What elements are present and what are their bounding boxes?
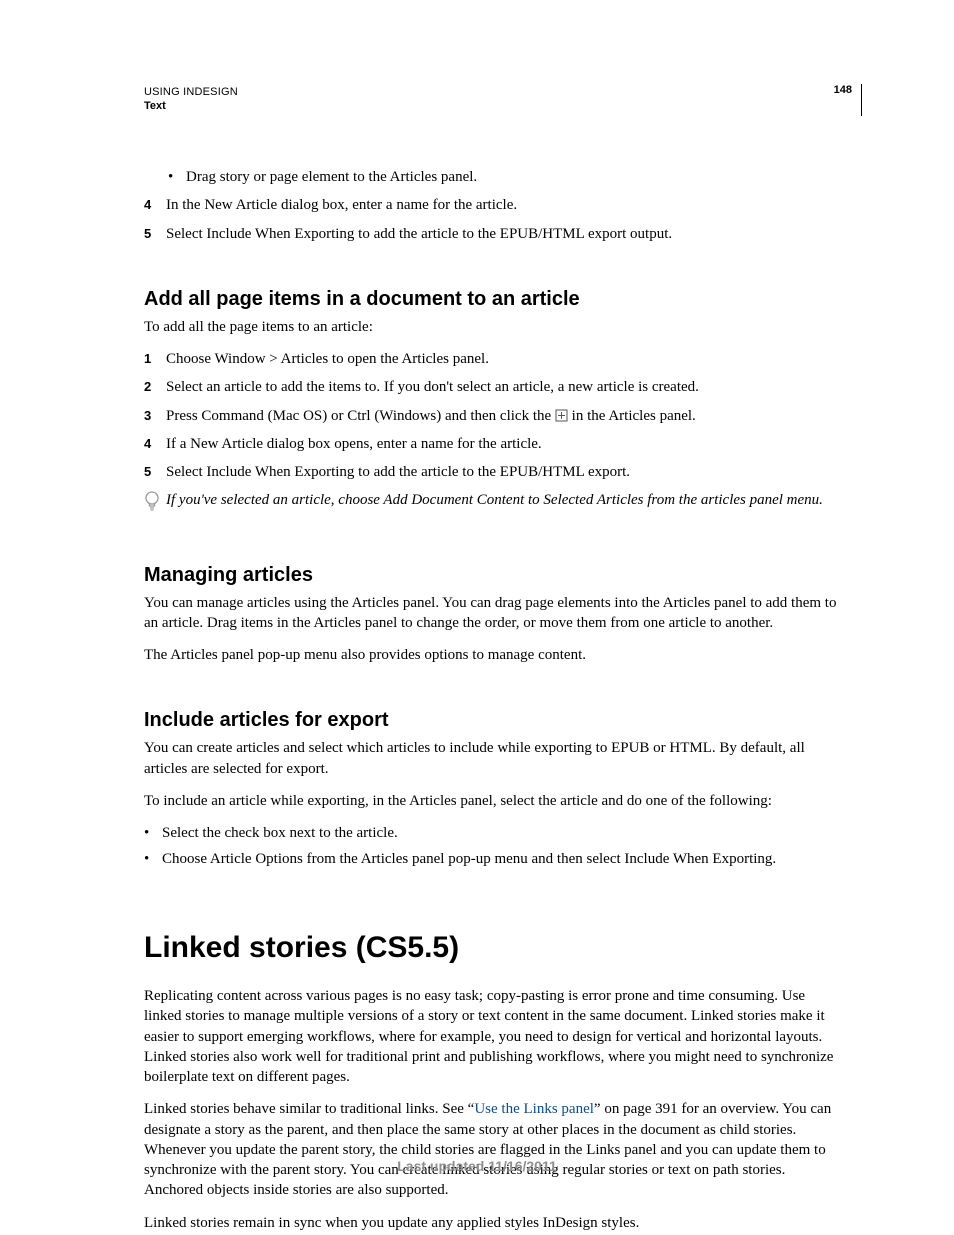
paragraph: You can create articles and select which… <box>144 738 844 779</box>
tip-text: If you've selected an article, choose Ad… <box>166 490 823 510</box>
list-item: 5 Select Include When Exporting to add th… <box>144 224 844 244</box>
step-number: 5 <box>144 225 151 243</box>
step-text: Select Include When Exporting to add the… <box>166 226 672 242</box>
step-text: Choose Window > Articles to open the Art… <box>166 351 489 367</box>
step-text: Select an article to add the items to. I… <box>166 379 699 395</box>
add-icon <box>555 408 568 421</box>
step-number: 4 <box>144 196 151 214</box>
section-heading-managing: Managing articles <box>144 562 844 589</box>
chapter-heading-linked-stories: Linked stories (CS5.5) <box>144 928 844 969</box>
bullet-list: Select the check box next to the article… <box>144 823 844 870</box>
paragraph: To add all the page items to an article: <box>144 317 844 337</box>
paragraph: Linked stories behave similar to traditi… <box>144 1099 844 1200</box>
step-number: 2 <box>144 378 151 396</box>
list-item: 4 In the New Article dialog box, enter a … <box>144 195 844 215</box>
step-number: 1 <box>144 350 151 368</box>
list-item: 4 If a New Article dialog box opens, ente… <box>144 434 844 454</box>
step-number: 3 <box>144 407 151 425</box>
running-section: Text <box>144 100 844 112</box>
paragraph: To include an article while exporting, i… <box>144 791 844 811</box>
header-rule <box>861 84 862 116</box>
paragraph: The Articles panel pop-up menu also prov… <box>144 645 844 665</box>
running-title: USING INDESIGN <box>144 86 844 98</box>
list-item: Select the check box next to the article… <box>144 823 844 843</box>
tip: If you've selected an article, choose Ad… <box>144 490 844 519</box>
list-item: Drag story or page element to the Articl… <box>168 167 844 187</box>
list-item: 3 Press Command (Mac OS) or Ctrl (Windows… <box>144 406 844 426</box>
numbered-list: 1 Choose Window > Articles to open the Ar… <box>144 349 844 482</box>
paragraph: Linked stories remain in sync when you u… <box>144 1213 844 1233</box>
lightbulb-icon <box>144 491 160 519</box>
step-text: Select Include When Exporting to add the… <box>166 464 630 480</box>
list-item: 2 Select an article to add the items to. … <box>144 377 844 397</box>
step-text: If a New Article dialog box opens, enter… <box>166 436 542 452</box>
footer-last-updated: Last updated 11/16/2011 <box>0 1158 954 1174</box>
step-number: 4 <box>144 435 151 453</box>
paragraph: You can manage articles using the Articl… <box>144 593 844 634</box>
continuation-bullet-list: Drag story or page element to the Articl… <box>168 167 844 187</box>
paragraph: Replicating content across various pages… <box>144 986 844 1087</box>
link-use-links-panel[interactable]: Use the Links panel <box>474 1101 594 1117</box>
section-heading-include: Include articles for export <box>144 707 844 734</box>
step-number: 5 <box>144 463 151 481</box>
section-heading-add-all: Add all page items in a document to an a… <box>144 286 844 313</box>
continuation-numbered-list: 4 In the New Article dialog box, enter a … <box>144 195 844 244</box>
list-item: 5 Select Include When Exporting to add th… <box>144 462 844 482</box>
running-header: 148 USING INDESIGN Text <box>144 86 844 112</box>
list-item: Choose Article Options from the Articles… <box>144 849 844 869</box>
page-number: 148 <box>834 84 852 96</box>
step-text: Press Command (Mac OS) or Ctrl (Windows)… <box>166 408 696 424</box>
step-text: In the New Article dialog box, enter a n… <box>166 197 517 213</box>
list-item: 1 Choose Window > Articles to open the Ar… <box>144 349 844 369</box>
